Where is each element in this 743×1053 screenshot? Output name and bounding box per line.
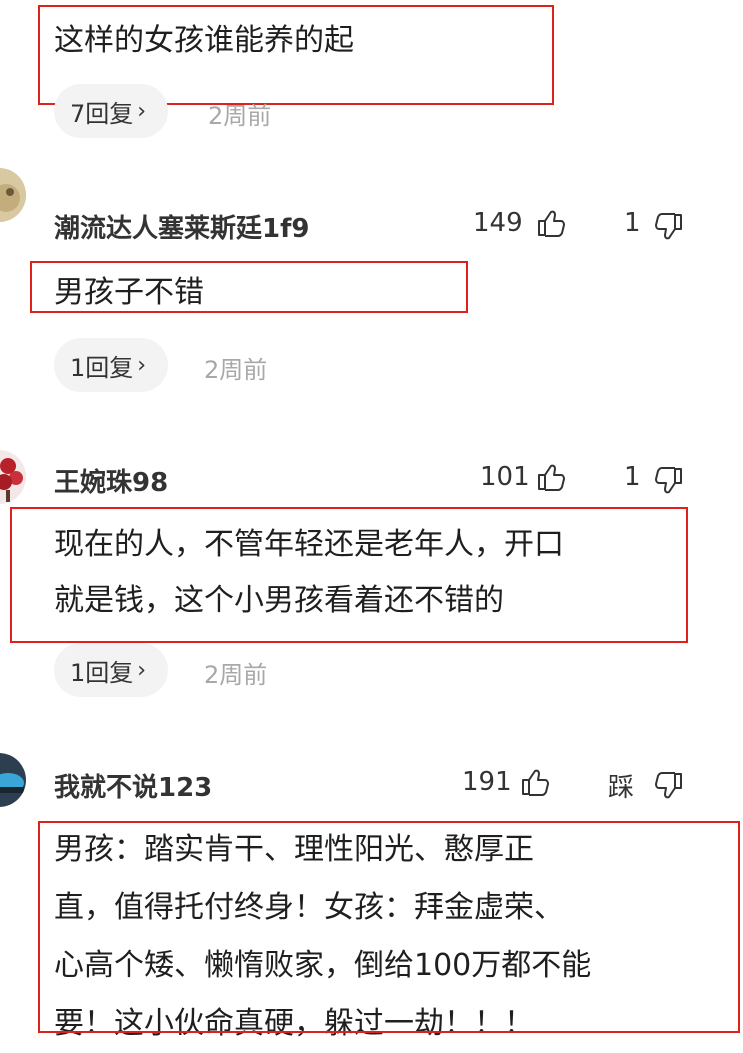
reply-button[interactable]: 1回复 › [54,338,169,392]
highlight-box [10,507,688,643]
comment-time: 2周前 [204,356,268,384]
chevron-right-icon: › [137,352,147,378]
comment-0: 这样的女孩谁能养的起 7回复 › 2周前 [0,0,743,150]
chevron-right-icon: › [137,98,147,124]
avatar[interactable] [0,450,26,504]
highlight-box [30,261,468,313]
reply-label: 1回复 [70,658,134,687]
dislike-count: 1 [624,208,641,238]
dislike-count: 1 [624,462,641,492]
dislike-icon[interactable] [654,771,684,801]
username[interactable]: 潮流达人塞莱斯廷1f9 [54,208,310,245]
dislike-icon[interactable] [654,466,684,496]
chevron-right-icon: › [137,657,147,683]
like-icon[interactable] [536,208,566,238]
dislike-icon[interactable] [654,212,684,242]
comment-time: 2周前 [204,661,268,689]
avatar[interactable] [0,753,26,807]
highlight-box [38,821,740,1033]
comment-1: 潮流达人塞莱斯廷1f9 149 1 男孩子不错 1回复 › 2周前 [0,160,743,400]
like-count: 149 [473,208,523,238]
like-count: 101 [480,462,530,492]
username[interactable]: 王婉珠98 [54,462,168,499]
avatar-image [0,753,26,807]
comment-2: 王婉珠98 101 1 现在的人，不管年轻还是老年人，开口 就是钱，这个小男孩看… [0,440,743,700]
dislike-label: 踩 [608,773,635,803]
like-icon[interactable] [520,767,550,797]
comment-time: 2周前 [208,102,272,130]
avatar[interactable] [0,168,26,222]
comment-3: 我就不说123 191 踩 男孩：踏实肯干、理性阳光、憨厚正 直，值得托付终身！… [0,745,743,1041]
reply-label: 7回复 [70,99,134,128]
like-count: 191 [462,767,512,797]
avatar-image [0,450,26,504]
like-icon[interactable] [536,462,566,492]
username[interactable]: 我就不说123 [54,767,212,804]
reply-button[interactable]: 7回复 › [54,84,169,138]
reply-button[interactable]: 1回复 › [54,643,169,697]
reply-label: 1回复 [70,353,134,382]
avatar-image [0,168,26,222]
